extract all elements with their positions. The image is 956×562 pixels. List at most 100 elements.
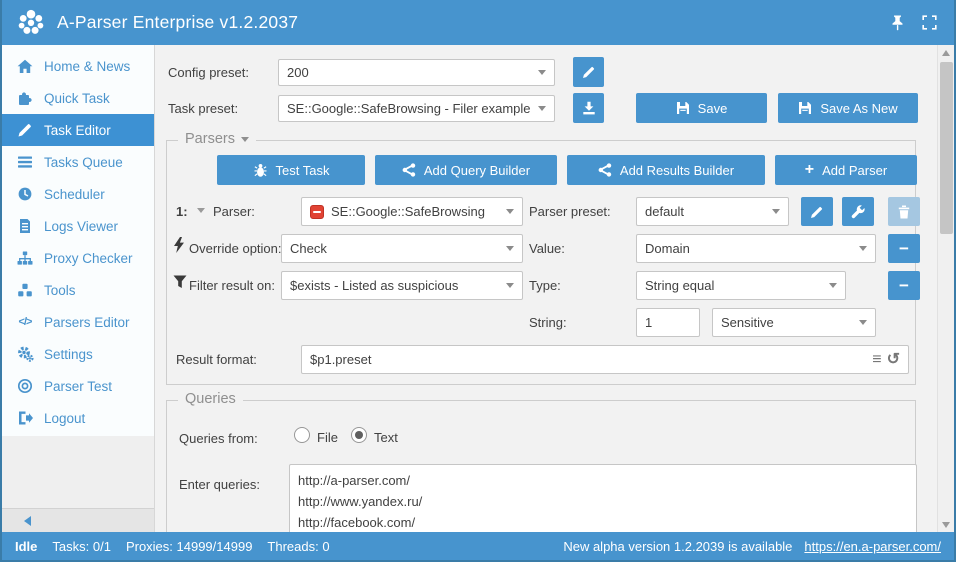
sidebar-item-tasks-queue[interactable]: Tasks Queue — [2, 146, 154, 178]
override-option-dropdown[interactable]: Check — [281, 234, 523, 263]
sidebar-item-label: Scheduler — [44, 187, 105, 202]
task-editor-panel: Config preset: 200 Task preset: SE::Goog… — [155, 45, 937, 532]
scrollbar-thumb[interactable] — [940, 62, 953, 234]
sidebar-item-parser-test[interactable]: Parser Test — [2, 370, 154, 402]
config-preset-label: Config preset: — [168, 65, 249, 80]
value-dropdown[interactable]: Domain — [636, 234, 876, 263]
delete-parser-button[interactable] — [888, 197, 920, 226]
chevron-down-icon — [538, 106, 546, 111]
sidebar-item-logs-viewer[interactable]: Logs Viewer — [2, 210, 154, 242]
collapse-sidebar-button[interactable] — [2, 508, 154, 532]
parser-options-button[interactable] — [842, 197, 874, 226]
scroll-up-icon[interactable] — [942, 50, 950, 56]
add-query-builder-button[interactable]: Add Query Builder — [375, 155, 557, 185]
share-icon — [402, 163, 416, 177]
vertical-scrollbar[interactable] — [937, 45, 954, 532]
save-icon — [798, 101, 812, 115]
sidebar-item-task-editor[interactable]: Task Editor — [2, 114, 154, 146]
file-radio-label: File — [317, 430, 338, 445]
app-logo-icon — [16, 8, 46, 38]
queries-from-file-radio[interactable] — [294, 427, 310, 443]
update-link[interactable]: https://en.a-parser.com/ — [804, 539, 941, 554]
chevron-down-icon — [859, 246, 867, 251]
status-state: Idle — [15, 539, 37, 554]
sidebar-item-label: Parsers Editor — [44, 315, 130, 330]
titlebar: A-Parser Enterprise v1.2.2037 — [2, 0, 954, 45]
sidebar-item-quick-task[interactable]: Quick Task — [2, 82, 154, 114]
queries-textarea[interactable]: http://a-parser.com/ http://www.yandex.r… — [289, 464, 917, 532]
collapse-left-icon — [24, 516, 31, 526]
sidebar-item-tools[interactable]: Tools — [2, 274, 154, 306]
statusbar: Idle Tasks: 0/1 Proxies: 14999/14999 Thr… — [2, 532, 954, 560]
sidebar-item-label: Parser Test — [44, 379, 112, 394]
puzzle-icon — [15, 90, 35, 107]
save-icon — [676, 101, 690, 115]
pin-icon[interactable] — [886, 12, 908, 34]
sidebar: Home & News Quick Task Task Editor Tasks… — [2, 45, 155, 532]
scroll-down-icon[interactable] — [942, 522, 950, 528]
filter-icon — [173, 275, 187, 292]
pencil-icon — [582, 65, 596, 79]
task-preset-label: Task preset: — [168, 101, 238, 116]
sidebar-item-home-news[interactable]: Home & News — [2, 50, 154, 82]
maximize-icon[interactable] — [918, 12, 940, 34]
template-list-icon[interactable]: ≡ — [872, 352, 881, 368]
load-task-preset-button[interactable] — [573, 93, 604, 123]
config-preset-dropdown[interactable]: 200 — [278, 59, 555, 86]
value-label: Value: — [529, 241, 565, 256]
edit-parser-preset-button[interactable] — [801, 197, 833, 226]
result-format-input[interactable]: $p1.preset ≡ ↺ — [301, 345, 909, 374]
list-icon — [15, 154, 35, 171]
status-tasks: Tasks: 0/1 — [52, 539, 111, 554]
filter-result-dropdown[interactable]: $exists - Listed as suspicious — [281, 271, 523, 300]
string-input[interactable] — [636, 308, 700, 337]
parser-dropdown[interactable]: SE::Google::SafeBrowsing — [301, 197, 523, 226]
clock-icon — [15, 186, 35, 203]
filter-type-dropdown[interactable]: String equal — [636, 271, 846, 300]
remove-override-button[interactable]: − — [888, 234, 920, 263]
sitemap-icon — [15, 250, 35, 267]
wrench-icon — [851, 205, 865, 219]
queries-legend[interactable]: Queries — [178, 391, 243, 407]
task-preset-dropdown[interactable]: SE::Google::SafeBrowsing - Filer example — [278, 95, 555, 122]
queries-fieldset: Queries Queries from: File Text Enter qu… — [166, 400, 916, 532]
sidebar-item-settings[interactable]: Settings — [2, 338, 154, 370]
remove-filter-button[interactable]: − — [888, 271, 920, 300]
queries-from-text-radio[interactable] — [351, 427, 367, 443]
sidebar-item-logout[interactable]: Logout — [2, 402, 154, 434]
row-expander-icon[interactable] — [197, 208, 205, 213]
parser-row-index: 1: — [176, 204, 188, 219]
update-message: New alpha version 1.2.2039 is available — [563, 539, 792, 554]
share-icon — [598, 163, 612, 177]
pencil-icon — [810, 205, 824, 219]
sidebar-item-label: Logs Viewer — [44, 219, 118, 234]
chevron-down-icon — [772, 209, 780, 214]
parser-preset-dropdown[interactable]: default — [636, 197, 789, 226]
chevron-down-icon — [506, 283, 514, 288]
add-parser-button[interactable]: + Add Parser — [775, 155, 917, 185]
test-task-button[interactable]: Test Task — [217, 155, 365, 185]
minus-icon: − — [899, 239, 909, 259]
parsers-legend[interactable]: Parsers — [178, 131, 256, 147]
sidebar-item-parsers-editor[interactable]: </> Parsers Editor — [2, 306, 154, 338]
chevron-down-icon — [506, 246, 514, 251]
save-button[interactable]: Save — [636, 93, 767, 123]
reset-format-icon[interactable]: ↺ — [887, 352, 900, 368]
override-icon — [174, 237, 184, 256]
case-sensitivity-dropdown[interactable]: Sensitive — [712, 308, 876, 337]
sidebar-item-scheduler[interactable]: Scheduler — [2, 178, 154, 210]
minus-icon: − — [899, 276, 909, 296]
sidebar-item-proxy-checker[interactable]: Proxy Checker — [2, 242, 154, 274]
sidebar-item-label: Quick Task — [44, 91, 110, 106]
sidebar-item-label: Task Editor — [44, 123, 111, 138]
sidebar-item-label: Tasks Queue — [44, 155, 123, 170]
edit-config-preset-button[interactable] — [573, 57, 604, 87]
add-results-builder-button[interactable]: Add Results Builder — [567, 155, 765, 185]
gears-icon — [15, 346, 35, 363]
safebrowsing-icon — [310, 205, 324, 219]
sidebar-item-label: Settings — [44, 347, 93, 362]
pencil-icon — [15, 122, 35, 139]
save-as-new-button[interactable]: Save As New — [778, 93, 918, 123]
parsers-fieldset: Parsers Test Task Add Query Builder Add … — [166, 140, 916, 385]
status-threads: Threads: 0 — [267, 539, 329, 554]
